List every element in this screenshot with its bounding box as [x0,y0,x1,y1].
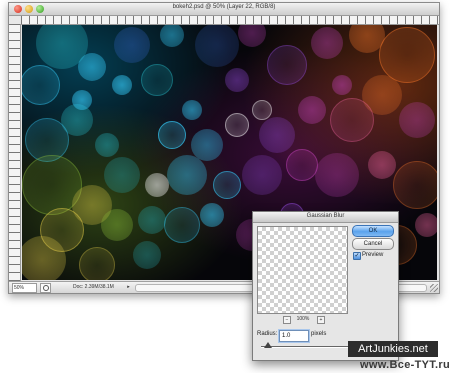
ruler-vertical[interactable] [9,24,21,281]
document-size-info: Doc: 2.39M/38.1M [73,284,114,290]
watermark-vse-tyt: www.Bce-TYT.ru [360,359,450,371]
bokeh-circle [286,149,318,181]
bokeh-circle [167,155,207,195]
bokeh-circle [72,90,92,110]
bokeh-circle [368,151,396,179]
bokeh-circle [399,102,435,138]
bokeh-circle [160,25,184,47]
ok-button[interactable]: OK [352,225,394,237]
bokeh-circle [379,27,435,83]
preview-zoom-in-button[interactable]: + [317,316,325,324]
radius-unit-label: pixels [311,331,327,337]
document-titlebar[interactable]: bokeh2.psd @ 50% (Layer 22, RGB/8) [9,3,439,16]
bokeh-circle [158,121,186,149]
bokeh-circle [164,207,200,243]
bokeh-circle [95,133,119,157]
bokeh-circle [104,157,140,193]
bokeh-circle [393,161,437,209]
ruler-horizontal[interactable] [21,16,439,25]
status-menu-icon[interactable] [40,283,51,293]
bokeh-circle [252,100,272,120]
bokeh-circle [138,206,166,234]
bokeh-circle [22,65,60,105]
bokeh-circle [101,209,133,241]
bokeh-circle [22,236,66,280]
bokeh-circle [267,45,307,85]
preview-zoom-level: 100% [296,316,310,322]
cancel-button[interactable]: Cancel [352,238,394,250]
bokeh-circle [112,75,132,95]
document-title: bokeh2.psd @ 50% (Layer 22, RGB/8) [172,4,276,10]
preview-label: Preview [362,252,384,258]
bokeh-circle [415,213,437,237]
bokeh-circle [238,25,266,47]
status-arrow-icon[interactable]: ▸ [125,283,132,291]
radius-slider-thumb[interactable] [263,342,272,348]
bokeh-circle [225,68,249,92]
bokeh-circle [79,247,115,280]
gaussian-blur-dialog: Gaussian Blur − 100% + OK Cancel ✓ Previ… [252,211,399,361]
bokeh-circle [311,27,343,59]
bokeh-circle [315,153,359,197]
preview-checkbox[interactable]: ✓ [353,252,361,260]
bokeh-circle [298,96,326,124]
bokeh-circle [133,241,161,269]
bokeh-circle [141,64,173,96]
zoom-level-field[interactable]: 50% [12,283,37,293]
radius-input[interactable] [279,330,309,342]
bokeh-circle [259,117,295,153]
bokeh-circle [225,113,249,137]
bokeh-circle [78,53,106,81]
watermark-artjunkies: ArtJunkies.net [348,341,438,357]
bokeh-circle [114,27,150,63]
dialog-titlebar[interactable]: Gaussian Blur [253,212,398,223]
preview-zoom-out-button[interactable]: − [283,316,291,324]
bokeh-circle [195,25,239,67]
bokeh-circle [200,203,224,227]
bokeh-circle [330,98,374,142]
bokeh-circle [182,100,202,120]
radius-label: Radius: [257,331,278,337]
bokeh-circle [145,173,169,197]
dialog-title: Gaussian Blur [306,213,345,219]
bokeh-circle [213,171,241,199]
bokeh-circle [332,75,352,95]
blur-preview-area[interactable] [257,226,348,314]
resize-grip-icon[interactable] [430,284,438,292]
bokeh-circle [242,155,282,195]
